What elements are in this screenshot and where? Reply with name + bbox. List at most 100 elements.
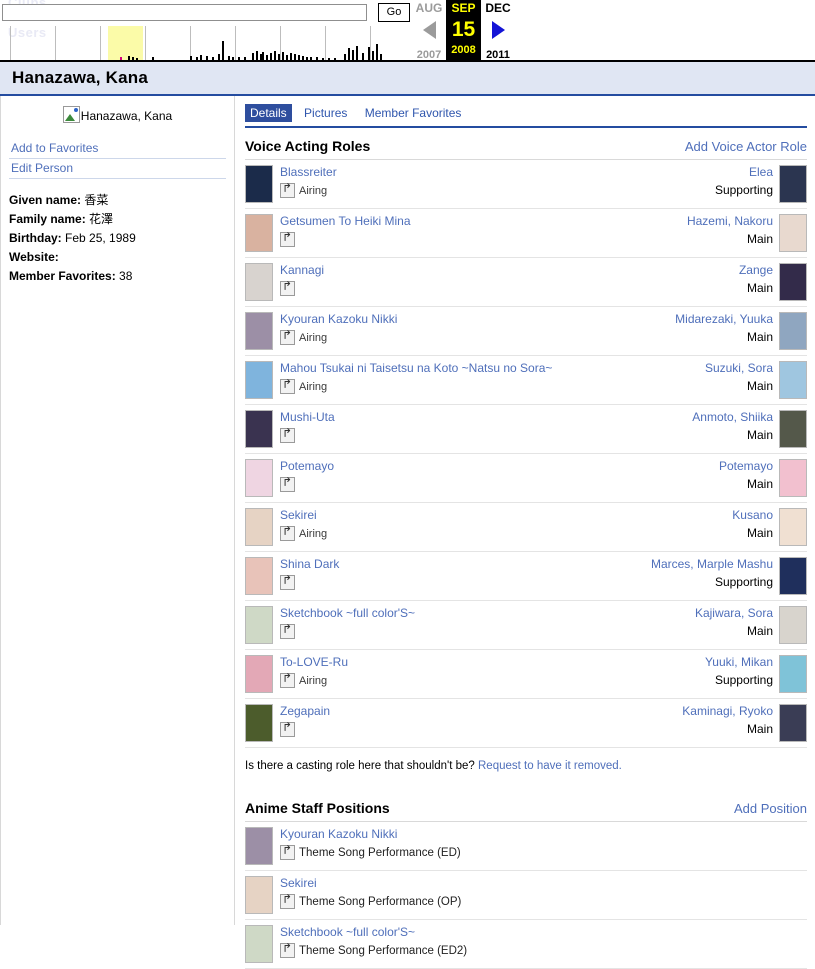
- anime-thumbnail[interactable]: [245, 876, 273, 914]
- year-separator: [280, 26, 281, 60]
- voice-role-row: Shina Dark Marces, Marple Mashu Supporting: [245, 552, 807, 601]
- anime-thumbnail[interactable]: [245, 263, 273, 301]
- character-thumbnail[interactable]: [779, 312, 807, 350]
- anime-title-link[interactable]: Sketchbook ~full color'S~: [280, 925, 415, 939]
- character-name-link[interactable]: Midarezaki, Yuuka: [653, 312, 773, 326]
- wayback-url-input[interactable]: [2, 4, 367, 21]
- character-name-link[interactable]: Kaminagi, Ryoko: [653, 704, 773, 718]
- character-thumbnail[interactable]: [779, 263, 807, 301]
- capture-bar[interactable]: [270, 53, 272, 60]
- sub-arrow-icon: [280, 477, 295, 492]
- capture-bar[interactable]: [262, 52, 264, 60]
- tab-pictures[interactable]: Pictures: [299, 104, 352, 122]
- character-name-link[interactable]: Hazemi, Nakoru: [653, 214, 773, 228]
- anime-title-link[interactable]: To-LOVE-Ru: [280, 655, 348, 669]
- edit-person-link[interactable]: Edit Person: [9, 159, 226, 179]
- anime-thumbnail[interactable]: [245, 827, 273, 865]
- info-label: Given name:: [9, 193, 82, 207]
- capture-bar[interactable]: [274, 51, 276, 60]
- character-name-link[interactable]: Anmoto, Shiika: [653, 410, 773, 424]
- anime-title-link[interactable]: Getsumen To Heiki Mina: [280, 214, 411, 228]
- wayback-capture-histogram[interactable]: [0, 26, 412, 60]
- character-name-link[interactable]: Potemayo: [653, 459, 773, 473]
- character-thumbnail[interactable]: [779, 361, 807, 399]
- tab-member-favorites[interactable]: Member Favorites: [360, 104, 467, 122]
- anime-title-link[interactable]: Potemayo: [280, 459, 334, 473]
- anime-thumbnail[interactable]: [245, 557, 273, 595]
- character-name-link[interactable]: Elea: [653, 165, 773, 179]
- anime-title-link[interactable]: Mahou Tsukai ni Taisetsu na Koto ~Natsu …: [280, 361, 552, 375]
- capture-bar[interactable]: [282, 52, 284, 60]
- airing-status-label: Airing: [299, 331, 328, 344]
- capture-bar[interactable]: [222, 41, 224, 60]
- prev-arrow-icon[interactable]: [422, 21, 436, 39]
- capture-bar[interactable]: [256, 51, 258, 60]
- anime-thumbnail[interactable]: [245, 459, 273, 497]
- anime-thumbnail[interactable]: [245, 704, 273, 742]
- anime-thumbnail[interactable]: [245, 925, 273, 963]
- next-arrow-icon[interactable]: [491, 21, 505, 39]
- anime-title-link[interactable]: Sketchbook ~full color'S~: [280, 606, 415, 620]
- character-name-link[interactable]: Yuuki, Mikan: [653, 655, 773, 669]
- anime-thumbnail[interactable]: [245, 214, 273, 252]
- info-given-name: Given name: 香菜: [9, 191, 226, 210]
- character-thumbnail[interactable]: [779, 557, 807, 595]
- wayback-date-nav: AUG 2007 SEP 15 2008 DEC 2011: [412, 0, 522, 62]
- current-day-label: 15: [451, 18, 476, 41]
- anime-thumbnail[interactable]: [245, 165, 273, 203]
- character-thumbnail[interactable]: [779, 165, 807, 203]
- capture-bar[interactable]: [372, 51, 374, 60]
- wayback-next-capture[interactable]: DEC 2011: [481, 0, 515, 62]
- add-position-link[interactable]: Add Position: [734, 801, 807, 816]
- anime-title-link[interactable]: Zegapain: [280, 704, 330, 718]
- anime-thumbnail[interactable]: [245, 361, 273, 399]
- character-role-label: Main: [746, 526, 773, 540]
- character-name-link[interactable]: Kajiwara, Sora: [653, 606, 773, 620]
- character-thumbnail[interactable]: [779, 704, 807, 742]
- anime-title-link[interactable]: Sekirei: [280, 876, 317, 890]
- anime-title-link[interactable]: Kannagi: [280, 263, 324, 277]
- capture-bar[interactable]: [252, 53, 254, 60]
- capture-bar[interactable]: [352, 50, 354, 60]
- anime-title-link[interactable]: Kyouran Kazoku Nikki: [280, 312, 397, 326]
- capture-bar[interactable]: [290, 53, 292, 60]
- year-separator: [55, 26, 56, 60]
- capture-bar[interactable]: [362, 53, 364, 60]
- character-name-link[interactable]: Zange: [653, 263, 773, 277]
- wayback-search-row: Go: [0, 2, 815, 24]
- anime-title-link[interactable]: Mushi-Uta: [280, 410, 335, 424]
- character-thumbnail[interactable]: [779, 214, 807, 252]
- voice-acting-section-header: Voice Acting Roles Add Voice Actor Role: [245, 138, 807, 160]
- character-role-label: Main: [746, 281, 773, 295]
- anime-title-link[interactable]: Shina Dark: [280, 557, 339, 571]
- capture-bar[interactable]: [368, 47, 370, 60]
- character-thumbnail[interactable]: [779, 508, 807, 546]
- anime-thumbnail[interactable]: [245, 655, 273, 693]
- capture-bar[interactable]: [376, 44, 378, 60]
- sub-arrow-icon: [280, 183, 295, 198]
- anime-thumbnail[interactable]: [245, 508, 273, 546]
- add-voice-actor-role-link[interactable]: Add Voice Actor Role: [685, 139, 807, 154]
- add-to-favorites-link[interactable]: Add to Favorites: [9, 139, 226, 159]
- anime-status-row: [280, 428, 645, 443]
- anime-thumbnail[interactable]: [245, 312, 273, 350]
- anime-title-link[interactable]: Blassreiter: [280, 165, 337, 179]
- character-thumbnail[interactable]: [779, 655, 807, 693]
- request-removal-link[interactable]: Request to have it removed.: [478, 760, 622, 772]
- character-name-link[interactable]: Suzuki, Sora: [653, 361, 773, 375]
- character-thumbnail[interactable]: [779, 606, 807, 644]
- wayback-prev-capture[interactable]: AUG 2007: [412, 0, 446, 62]
- character-thumbnail[interactable]: [779, 410, 807, 448]
- character-thumbnail[interactable]: [779, 459, 807, 497]
- sub-arrow-icon: [280, 894, 295, 909]
- anime-title-link[interactable]: Sekirei: [280, 508, 317, 522]
- character-name-link[interactable]: Kusano: [653, 508, 773, 522]
- capture-bar[interactable]: [348, 48, 350, 60]
- tab-details[interactable]: Details: [245, 104, 292, 122]
- anime-title-link[interactable]: Kyouran Kazoku Nikki: [280, 827, 397, 841]
- character-name-link[interactable]: Marces, Marple Mashu: [651, 557, 773, 571]
- anime-thumbnail[interactable]: [245, 410, 273, 448]
- anime-thumbnail[interactable]: [245, 606, 273, 644]
- capture-bar[interactable]: [356, 46, 358, 60]
- wayback-go-button[interactable]: Go: [378, 3, 410, 22]
